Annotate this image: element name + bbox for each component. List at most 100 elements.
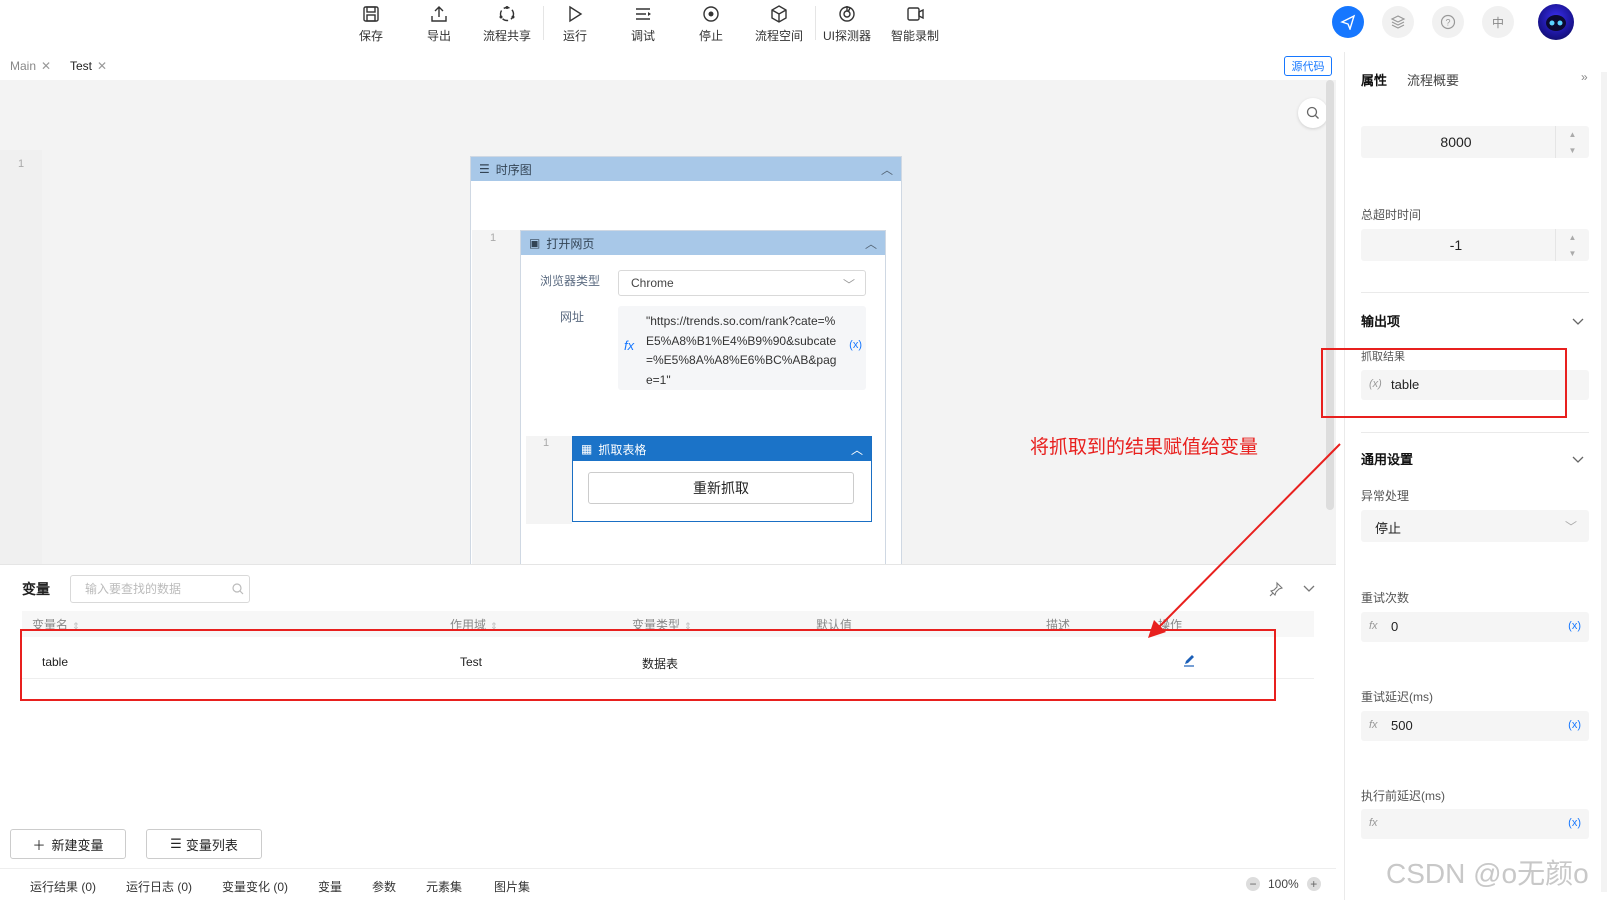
pin-icon[interactable] (1268, 581, 1284, 597)
run-button[interactable]: 运行 (542, 4, 608, 46)
chevron-down-icon[interactable] (1302, 581, 1316, 595)
bottom-tabs: 运行结果 (0) 运行日志 (0) 变量变化 (0) 变量 参数 元素集 图片集… (0, 868, 1336, 900)
grab-table-header[interactable]: ▦ 抓取表格 ︿ (573, 437, 871, 461)
chevron-down-icon: ﹀ (842, 278, 855, 292)
variable-icon[interactable]: (x) (849, 339, 862, 351)
general-section-title: 通用设置 (1361, 452, 1414, 467)
exception-select[interactable]: 停止 ﹀ (1361, 510, 1589, 542)
regrab-button[interactable]: 重新抓取 (588, 472, 854, 504)
smart-record-button[interactable]: 智能录制 (882, 4, 948, 46)
double-chevron-right-icon[interactable]: » (1581, 70, 1588, 84)
plus-icon: ＋ (32, 837, 46, 853)
search-icon (1306, 106, 1319, 119)
close-icon[interactable]: ✕ (97, 59, 107, 73)
variable-list-label: 变量列表 (185, 837, 238, 853)
exception-value: 停止 (1375, 521, 1402, 536)
tab-image-set[interactable]: 图片集 (494, 878, 530, 895)
fx-icon[interactable]: fx (1369, 817, 1378, 829)
variable-icon[interactable]: (x) (1568, 620, 1581, 632)
top-toolbar: 保存 导出 流程共享 运行 调试 停止 流程空间 UI探测器 智能录制 ? 中 (0, 0, 1608, 50)
stepper[interactable]: ▲ ▼ (1555, 126, 1589, 158)
total-timeout-input[interactable]: -1 ▲ ▼ (1361, 229, 1589, 261)
chevron-up-icon[interactable]: ︿ (851, 441, 863, 458)
language-label: 中 (1491, 15, 1504, 30)
chevron-up-icon: ▲ (1568, 232, 1577, 242)
url-value: "https://trends.so.com/rank?cate=%E5%A8%… (646, 314, 837, 387)
fx-icon[interactable]: fx (624, 338, 634, 353)
svg-text:?: ? (1445, 18, 1450, 28)
tab-test[interactable]: Test ✕ (70, 52, 107, 80)
layers-button[interactable] (1382, 6, 1414, 38)
export-button[interactable]: 导出 (406, 4, 472, 46)
canvas-search-button[interactable] (1298, 98, 1328, 128)
new-variable-label: 新建变量 (51, 837, 104, 853)
zoom-out-icon[interactable]: − (1246, 877, 1260, 891)
grab-gutter (526, 436, 572, 524)
open-webpage-title: 打开网页 (546, 236, 595, 251)
layers-icon (1390, 15, 1406, 29)
highlight-box (20, 629, 1276, 701)
fx-icon[interactable]: fx (1369, 620, 1378, 632)
flow-space-button[interactable]: 流程空间 (746, 4, 812, 46)
sequence-title: 时序图 (495, 162, 532, 177)
annotation-text: 将抓取到的结果赋值给变量 (1030, 437, 1259, 458)
avatar[interactable] (1538, 4, 1574, 40)
browser-type-value: Chrome (631, 276, 674, 290)
zoom-in-icon[interactable]: + (1306, 877, 1321, 891)
tab-flow-overview[interactable]: 流程概要 (1407, 70, 1459, 89)
retry-count-label: 重试次数 (1361, 591, 1410, 605)
save-button[interactable]: 保存 (338, 4, 404, 46)
stepper[interactable]: ▲ ▼ (1555, 229, 1589, 261)
variable-search-input[interactable] (70, 575, 250, 603)
url-label: 网址 (560, 310, 585, 324)
tab-properties[interactable]: 属性 (1361, 70, 1387, 89)
tab-variables[interactable]: 变量 (318, 878, 342, 895)
flow-canvas[interactable]: 1 ☰ 时序图 ︿ 1 ▣ 打开网页 ︿ 浏览器类型 Chrome ﹀ 网址 f… (0, 80, 1336, 564)
sequence-icon: ☰ (479, 162, 490, 176)
zoom-control: − 100% + (1246, 877, 1321, 891)
variable-list-button[interactable]: ☰ 变量列表 (146, 829, 262, 859)
fx-icon[interactable]: fx (1369, 719, 1378, 731)
pre-delay-label: 执行前延迟(ms) (1361, 789, 1445, 803)
chevron-up-icon: ▲ (1568, 129, 1577, 139)
retry-delay-input[interactable]: fx 500 (x) (1361, 711, 1589, 741)
variable-icon[interactable]: (x) (1568, 817, 1581, 829)
timeout-input[interactable]: 8000 ▲ ▼ (1361, 126, 1589, 158)
tab-main-label: Main (10, 59, 37, 73)
url-field[interactable]: fx "https://trends.so.com/rank?cate=%E5%… (618, 306, 866, 390)
grab-line-number: 1 (543, 437, 550, 449)
chevron-down-icon[interactable] (1571, 314, 1585, 328)
line-gutter (0, 150, 42, 564)
share-flow-button[interactable]: 流程共享 (474, 4, 540, 46)
tab-element-set[interactable]: 元素集 (426, 878, 462, 895)
save-label: 保存 (358, 29, 383, 43)
panel-scrollbar[interactable] (1601, 72, 1607, 892)
new-variable-button[interactable]: ＋ 新建变量 (10, 829, 126, 859)
tab-run-log[interactable]: 运行日志 (0) (126, 878, 192, 895)
ui-detector-button[interactable]: UI探测器 (814, 4, 880, 46)
pre-delay-input[interactable]: fx (x) (1361, 809, 1589, 839)
chevron-up-icon[interactable]: ︿ (881, 161, 893, 178)
canvas-scrollbar[interactable] (1326, 80, 1334, 510)
tab-run-result[interactable]: 运行结果 (0) (30, 878, 96, 895)
highlight-box (1321, 348, 1567, 418)
stop-button[interactable]: 停止 (678, 4, 744, 46)
tab-main[interactable]: Main ✕ (10, 52, 51, 80)
browser-type-select[interactable]: Chrome ﹀ (618, 270, 866, 296)
debug-button[interactable]: 调试 (610, 4, 676, 46)
total-timeout-label: 总超时时间 (1361, 208, 1422, 222)
chevron-down-icon[interactable] (1571, 452, 1585, 466)
tab-var-change[interactable]: 变量变化 (0) (222, 878, 288, 895)
variable-icon[interactable]: (x) (1568, 719, 1581, 731)
help-button[interactable]: ? (1432, 6, 1464, 38)
stop-icon (703, 6, 719, 22)
tab-params[interactable]: 参数 (372, 878, 396, 895)
open-webpage-header[interactable]: ▣ 打开网页 ︿ (521, 231, 885, 255)
sequence-block-header[interactable]: ☰ 时序图 ︿ (471, 157, 901, 181)
language-button[interactable]: 中 (1482, 6, 1514, 38)
publish-button[interactable] (1332, 6, 1364, 38)
source-code-button[interactable]: 源代码 (1284, 56, 1332, 76)
close-icon[interactable]: ✕ (41, 59, 51, 73)
chevron-up-icon[interactable]: ︿ (865, 235, 877, 252)
retry-count-input[interactable]: fx 0 (x) (1361, 612, 1589, 642)
